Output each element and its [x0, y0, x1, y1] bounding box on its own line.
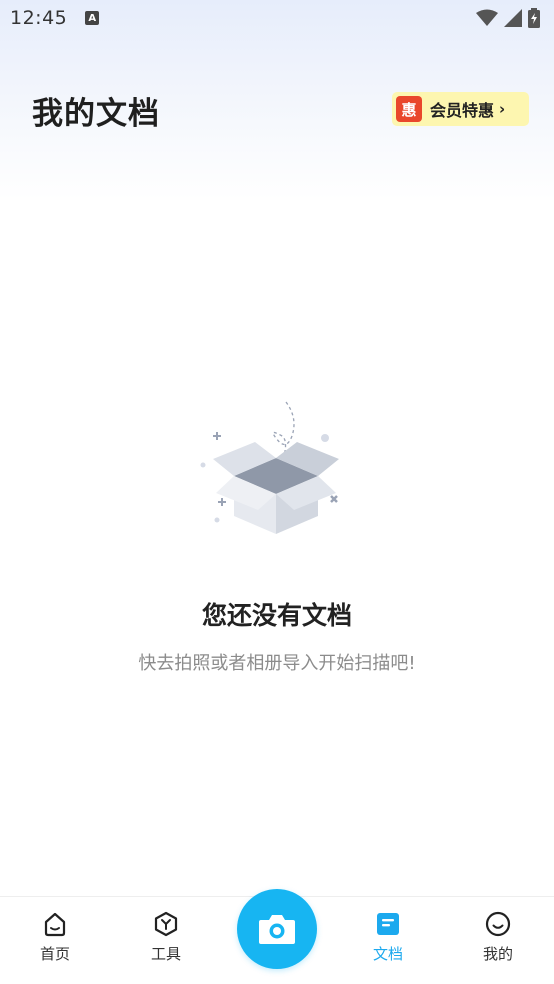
tab-profile[interactable]: 我的 [458, 911, 538, 964]
battery-icon [528, 8, 540, 28]
tab-home-label: 首页 [39, 945, 70, 963]
status-icons [476, 8, 540, 28]
empty-state-subtitle: 快去拍照或者相册导入开始扫描吧! [138, 653, 416, 674]
tab-profile-label: 我的 [482, 945, 513, 963]
chevron-right-icon: › [499, 100, 506, 118]
status-bar: 12:45 A [0, 0, 554, 36]
a-icon: A [85, 11, 100, 25]
signal-icon [504, 9, 522, 27]
empty-state-title: 您还没有文档 [201, 601, 352, 630]
vip-offer-label: 会员特惠 [430, 101, 495, 120]
tab-tools-label: 工具 [150, 945, 181, 963]
discount-icon: 惠 [396, 96, 422, 122]
tab-tools[interactable]: 工具 [126, 911, 206, 964]
tab-documents[interactable]: 文档 [348, 911, 428, 964]
tab-documents-label: 文档 [372, 945, 403, 963]
document-icon [377, 913, 399, 935]
vip-offer-button[interactable]: 惠 会员特惠 › [392, 92, 529, 126]
tab-home[interactable]: 首页 [15, 911, 95, 964]
status-time: 12:45 [10, 7, 68, 29]
camera-icon [259, 915, 295, 944]
profile-icon [485, 911, 511, 937]
empty-box-icon [200, 401, 339, 534]
camera-button[interactable] [237, 889, 317, 969]
tools-icon [154, 911, 178, 937]
wifi-icon [476, 9, 498, 26]
home-icon [44, 912, 66, 937]
page-title: 我的文档 [32, 96, 160, 132]
